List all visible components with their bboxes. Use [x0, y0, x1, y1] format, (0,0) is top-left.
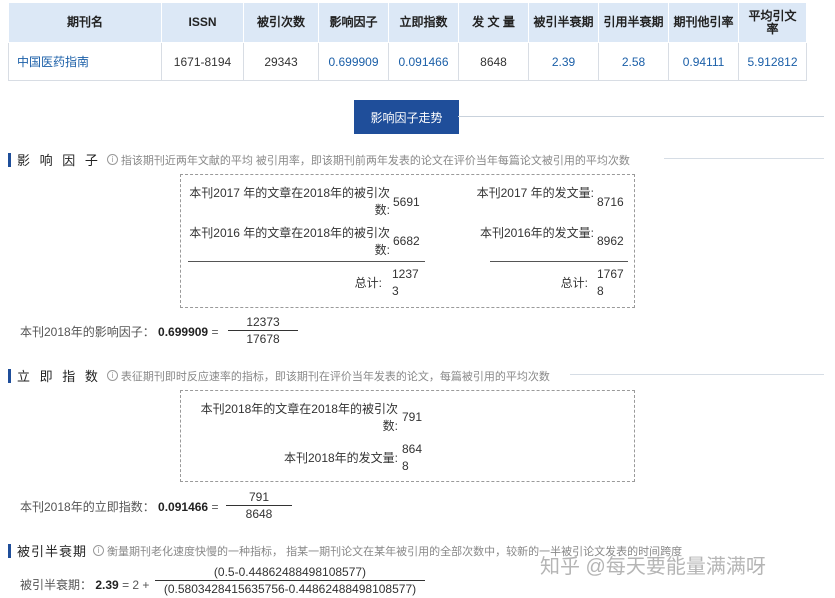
header-impact-factor: 影响因子: [318, 2, 389, 43]
left-value-1: 5691: [393, 195, 420, 209]
table-row: 中国医药指南 1671-8194 29343 0.699909 0.091466…: [8, 42, 807, 81]
impact-factor-cell[interactable]: 0.699909: [318, 42, 389, 81]
immediacy-index-heading: 立 即 指 数 i 表征期刊即时反应速率的指标，即该期刊在评价当年发表的论文，每…: [8, 366, 550, 385]
issn-cell: 1671-8194: [161, 42, 244, 81]
left-total-value: 12373: [392, 267, 419, 298]
left-label-1: 本刊2017 年的文章在2018年的被引次数:: [189, 186, 390, 217]
header-immediacy-index: 立即指数: [388, 2, 459, 43]
info-icon[interactable]: i: [106, 370, 118, 381]
section-description: 表征期刊即时反应速率的指标，即该期刊在评价当年发表的论文，每篇被引用的平均次数: [120, 370, 550, 383]
half-life-fraction: (0.5-0.44862488498108577) (0.58034284156…: [155, 565, 425, 597]
left-value-2: 6682: [393, 234, 420, 248]
impact-factor-trend-button[interactable]: 影响因子走势: [354, 100, 459, 134]
journal-name-link[interactable]: 中国医药指南: [8, 42, 162, 81]
header-citing-half-life: 引用半衰期: [598, 2, 669, 43]
section-divider: [664, 158, 824, 159]
other-citation-rate-cell[interactable]: 0.94111: [668, 42, 739, 81]
formula-label: 本刊2018年的立即指数：: [20, 500, 155, 514]
table-header-row: 期刊名 ISSN 被引次数 影响因子 立即指数 发 文 量 被引半衰期 引用半衰…: [8, 2, 807, 43]
section-marker: [8, 543, 11, 558]
section-marker: [8, 152, 11, 167]
formula-value: 0.699909: [158, 325, 209, 339]
right-value-2: 8962: [597, 234, 624, 248]
avg-reference-rate-cell[interactable]: 5.912812: [738, 42, 807, 81]
right-label-2: 本刊2016年的发文量:: [479, 226, 594, 240]
right-total-label: 总计:: [560, 276, 588, 290]
section-title: 被引半衰期: [17, 544, 88, 559]
right-value-1: 8716: [597, 195, 624, 209]
header-publications: 发 文 量: [458, 2, 529, 43]
formula-label: 本刊2018年的影响因子：: [20, 325, 155, 339]
immediacy-label-2: 本刊2018年的发文量:: [283, 451, 398, 465]
right-total-value: 17678: [597, 267, 624, 298]
immediacy-index-cell[interactable]: 0.091466: [388, 42, 459, 81]
header-journal-name: 期刊名: [8, 2, 162, 43]
publications-cell: 8648: [458, 42, 529, 81]
impact-factor-fraction: 12373 17678: [228, 315, 298, 347]
impact-factor-formula: 本刊2018年的影响因子： 0.699909 =: [20, 323, 218, 340]
formula-value: 0.091466: [158, 500, 209, 514]
header-issn: ISSN: [161, 2, 244, 43]
immediacy-label-1: 本刊2018年的文章在2018年的被引次数:: [200, 402, 398, 433]
immediacy-value-1: 791: [402, 410, 423, 424]
formula-mid: = 2 +: [122, 578, 150, 592]
immediacy-index-formula: 本刊2018年的立即指数： 0.091466 =: [20, 498, 218, 515]
watermark: 知乎 @每天要能量满满呀: [540, 556, 766, 578]
impact-factor-heading: 影 响 因 子 i 指该期刊近两年文献的平均 被引用率，即该期刊前两年发表的论文…: [8, 150, 630, 169]
right-label-1: 本刊2017 年的发文量:: [476, 186, 594, 200]
section-description: 指该期刊近两年文献的平均 被引用率，即该期刊前两年发表的论文在评价当年每篇论文被…: [120, 154, 630, 167]
header-other-citation-rate: 期刊他引率: [668, 2, 739, 43]
fraction-denominator: 8648: [245, 507, 273, 521]
citing-half-life-cell[interactable]: 2.58: [598, 42, 669, 81]
right-sum-line: [490, 261, 628, 262]
section-divider: [570, 374, 824, 375]
immediacy-index-fraction: 791 8648: [226, 490, 292, 522]
fraction-numerator: (0.5-0.44862488498108577): [155, 565, 425, 581]
left-total-label: 总计:: [354, 276, 382, 290]
cited-half-life-cell[interactable]: 2.39: [528, 42, 599, 81]
header-cited-half-life: 被引半衰期: [528, 2, 599, 43]
section-title: 影 响 因 子: [17, 153, 101, 168]
left-sum-line: [188, 261, 425, 262]
divider: [458, 116, 824, 117]
left-label-2: 本刊2016 年的文章在2018年的被引次数:: [189, 226, 390, 257]
section-marker: [8, 368, 11, 383]
header-avg-reference-rate: 平均引文率: [738, 2, 807, 43]
formula-label: 被引半衰期：: [20, 578, 93, 592]
fraction-denominator: 17678: [246, 332, 280, 346]
header-citations: 被引次数: [243, 2, 319, 43]
formula-equals: =: [211, 500, 219, 514]
fraction-numerator: 791: [226, 490, 292, 506]
fraction-numerator: 12373: [228, 315, 298, 331]
half-life-formula: 被引半衰期： 2.39 = 2 +: [20, 576, 149, 593]
journal-metrics-table: 期刊名 ISSN 被引次数 影响因子 立即指数 发 文 量 被引半衰期 引用半衰…: [8, 2, 807, 81]
fraction-denominator: (0.5803428415635756-0.44862488498108577): [163, 582, 417, 596]
immediacy-value-2: 8648: [402, 442, 423, 473]
info-icon[interactable]: i: [93, 545, 105, 556]
info-icon[interactable]: i: [106, 154, 118, 165]
formula-value: 2.39: [95, 578, 119, 592]
citations-cell: 29343: [243, 42, 319, 81]
section-title: 立 即 指 数: [17, 369, 101, 384]
formula-equals: =: [211, 325, 219, 339]
